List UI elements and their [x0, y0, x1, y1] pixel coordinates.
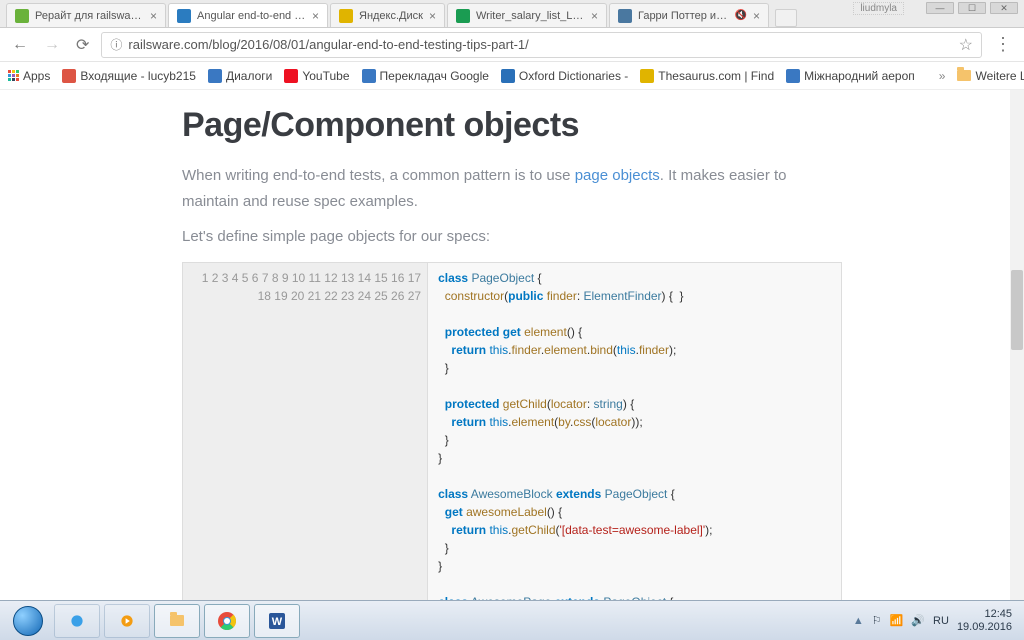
tab-title: Writer_salary_list_L.BUTE	[476, 10, 585, 22]
svg-text:W: W	[272, 616, 283, 628]
mute-icon[interactable]: 🔇	[735, 10, 747, 21]
other-bookmarks-label: Weitere Lesezeichen	[975, 69, 1024, 83]
apps-label: Apps	[23, 69, 50, 83]
page-objects-link[interactable]: page objects	[575, 167, 660, 184]
reload-button[interactable]: ⟳	[72, 33, 93, 57]
folder-icon	[957, 70, 971, 81]
network-icon[interactable]: 📶	[890, 614, 904, 627]
tab-favicon	[15, 9, 29, 23]
bookmark-item[interactable]: Перекладач Google	[362, 69, 489, 83]
tab-title: Гарри Поттер и орде	[638, 10, 729, 22]
tab-favicon	[177, 9, 191, 23]
minimize-button[interactable]: —	[926, 2, 954, 14]
start-button[interactable]	[6, 604, 50, 638]
browser-tab[interactable]: Рерайт для railsware.com ×	[6, 3, 166, 27]
bookmark-star-icon[interactable]: ☆	[959, 35, 973, 55]
bookmark-item[interactable]: Thesaurus.com | Find	[640, 69, 774, 83]
bookmark-item[interactable]: Міжнародний аероп	[786, 69, 915, 83]
tab-title: Angular end-to-end test	[197, 10, 306, 22]
bookmark-label: Thesaurus.com | Find	[658, 69, 774, 83]
bookmark-favicon	[786, 69, 800, 83]
browser-menu-button[interactable]: ⋮	[990, 34, 1016, 55]
folder-icon	[170, 615, 184, 626]
address-bar[interactable]: ⓘ railsware.com/blog/2016/08/01/angular-…	[101, 32, 982, 58]
bookmark-label: Диалоги	[226, 69, 272, 83]
other-bookmarks-folder[interactable]: Weitere Lesezeichen	[957, 69, 1024, 83]
bookmark-label: YouTube	[302, 69, 349, 83]
code-text: class PageObject { constructor(public fi…	[428, 263, 841, 601]
bookmark-favicon	[501, 69, 515, 83]
bookmark-label: Входящие - lucyb215	[80, 69, 196, 83]
bookmark-item[interactable]: YouTube	[284, 69, 349, 83]
apps-icon	[8, 70, 19, 81]
tab-close-icon[interactable]: ×	[312, 9, 319, 23]
code-block: 1 2 3 4 5 6 7 8 9 10 11 12 13 14 15 16 1…	[182, 262, 842, 601]
language-indicator[interactable]: RU	[933, 615, 949, 627]
bookmarks-overflow-button[interactable]: »	[939, 69, 946, 83]
tray-expand-icon[interactable]: ▲	[853, 615, 864, 627]
close-window-button[interactable]: ✕	[990, 2, 1018, 14]
tab-title: Яндекс.Диск	[359, 10, 423, 22]
article-heading: Page/Component objects	[182, 106, 842, 145]
taskbar-explorer[interactable]	[154, 604, 200, 638]
os-user-label: liudmyla	[853, 2, 904, 15]
window-controls: — ☐ ✕	[926, 2, 1018, 14]
article-paragraph: When writing end-to-end tests, a common …	[182, 163, 842, 214]
tab-close-icon[interactable]: ×	[150, 9, 157, 23]
tab-favicon	[339, 9, 353, 23]
bookmark-favicon	[62, 69, 76, 83]
bookmarks-bar: Apps Входящие - lucyb215 Диалоги YouTube Пе…	[0, 62, 1024, 90]
taskbar-chrome[interactable]	[204, 604, 250, 638]
browser-tab[interactable]: Гарри Поттер и орде 🔇 ×	[609, 3, 769, 27]
article-paragraph: Let's define simple page objects for our…	[182, 224, 842, 250]
tab-favicon	[618, 9, 632, 23]
vertical-scrollbar[interactable]	[1010, 90, 1024, 600]
back-button[interactable]: ←	[8, 34, 32, 56]
taskbar-word[interactable]: W	[254, 604, 300, 638]
page-viewport: Page/Component objects When writing end-…	[0, 90, 1024, 600]
tab-title: Рерайт для railsware.com	[35, 10, 144, 22]
browser-toolbar: ← → ⟳ ⓘ railsware.com/blog/2016/08/01/an…	[0, 28, 1024, 62]
windows-orb-icon	[13, 606, 43, 636]
new-tab-button[interactable]	[775, 9, 797, 27]
bookmark-item[interactable]: Диалоги	[208, 69, 272, 83]
tab-close-icon[interactable]: ×	[753, 9, 760, 23]
bookmark-favicon	[208, 69, 222, 83]
bookmark-label: Міжнародний аероп	[804, 69, 915, 83]
forward-button[interactable]: →	[40, 34, 64, 56]
action-center-icon[interactable]: ⚐	[872, 614, 882, 627]
taskbar-ie[interactable]	[54, 604, 100, 638]
bookmark-favicon	[640, 69, 654, 83]
maximize-button[interactable]: ☐	[958, 2, 986, 14]
browser-tab[interactable]: Writer_salary_list_L.BUTE ×	[447, 3, 607, 27]
url-text: railsware.com/blog/2016/08/01/angular-en…	[128, 37, 528, 52]
bookmark-favicon	[284, 69, 298, 83]
bookmark-item[interactable]: Входящие - lucyb215	[62, 69, 196, 83]
tab-close-icon[interactable]: ×	[429, 9, 436, 23]
browser-tab[interactable]: Angular end-to-end test ×	[168, 3, 328, 27]
bookmark-label: Oxford Dictionaries -	[519, 69, 628, 83]
tray-clock[interactable]: 12:45 19.09.2016	[957, 608, 1018, 632]
tab-close-icon[interactable]: ×	[591, 9, 598, 23]
scrollbar-thumb[interactable]	[1011, 270, 1023, 350]
bookmark-favicon	[362, 69, 376, 83]
tab-favicon	[456, 9, 470, 23]
windows-taskbar: W ▲ ⚐ 📶 🔊 RU 12:45 19.09.2016	[0, 600, 1024, 640]
article-body: Page/Component objects When writing end-…	[152, 90, 872, 600]
volume-icon[interactable]: 🔊	[911, 614, 925, 627]
bookmark-item[interactable]: Oxford Dictionaries -	[501, 69, 628, 83]
site-info-icon[interactable]: ⓘ	[110, 36, 122, 53]
bookmark-label: Перекладач Google	[380, 69, 489, 83]
apps-shortcut[interactable]: Apps	[8, 69, 50, 83]
code-gutter: 1 2 3 4 5 6 7 8 9 10 11 12 13 14 15 16 1…	[183, 263, 428, 601]
system-tray: ▲ ⚐ 📶 🔊 RU 12:45 19.09.2016	[853, 608, 1018, 632]
taskbar-media[interactable]	[104, 604, 150, 638]
browser-tab[interactable]: Яндекс.Диск ×	[330, 3, 445, 27]
